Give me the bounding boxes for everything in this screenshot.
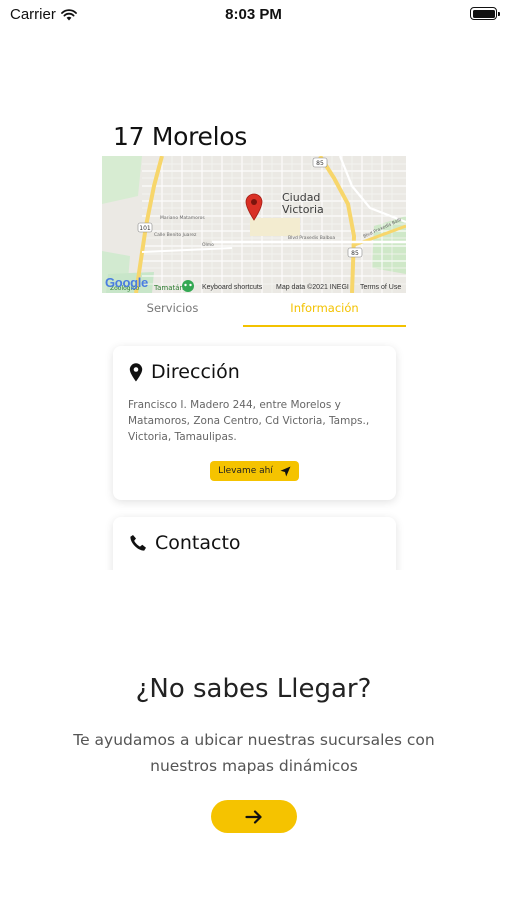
active-tab-indicator [243, 325, 406, 327]
address-card-header: Dirección [129, 361, 240, 383]
street-label-calle: Calle Benito Juarez [154, 232, 197, 238]
location-pin-icon [129, 362, 143, 381]
route-101-label: 101 [139, 225, 151, 232]
tab-informacion[interactable]: Información [243, 301, 406, 315]
battery-level [472, 9, 495, 18]
navigation-arrow-icon [280, 466, 291, 476]
keyboard-shortcuts-link[interactable]: Keyboard shortcuts [202, 284, 262, 291]
clock: 8:03 PM [225, 6, 282, 23]
take-me-there-button[interactable]: Llevame ahí [210, 461, 299, 481]
branch-title: 17 Morelos [113, 122, 247, 151]
address-card: Dirección Francisco I. Madero 244, entre… [113, 346, 396, 500]
contact-card-title: Contacto [155, 532, 241, 554]
map-city-label-line2: Victoria [282, 203, 324, 216]
continue-button[interactable] [211, 800, 297, 833]
scroll-clip-area [0, 570, 507, 610]
arrow-right-icon [245, 809, 262, 824]
help-title: ¿No sabes Llegar? [135, 674, 372, 704]
contact-card-header: Contacto [129, 532, 241, 554]
map-pin-icon[interactable] [245, 193, 263, 221]
google-logo: Google [105, 275, 148, 290]
route-85-label-top: 85 [316, 160, 324, 167]
street-label-mariano: Mariano Matamoros [160, 215, 205, 221]
phone-icon [130, 535, 146, 551]
tab-servicios[interactable]: Servicios [102, 301, 243, 315]
help-text: Te ayudamos a ubicar nuestras sucursales… [73, 731, 435, 775]
battery-icon [470, 7, 500, 20]
status-bar: Carrier 8:03 PM [0, 0, 507, 28]
map-view[interactable]: 101 85 85 Mariano Matamoros Calle Benito… [102, 156, 406, 293]
take-me-there-label: Llevame ahí [218, 466, 273, 476]
address-text: Francisco I. Madero 244, entre Morelos y… [128, 399, 370, 443]
map-city-label: Ciudad Victoria [282, 192, 324, 216]
street-label-olmo: Olmo [202, 242, 214, 248]
route-85-label-bottom: 85 [351, 250, 359, 257]
map-data-attribution: Map data ©2021 INEGI [276, 284, 349, 291]
street-label-blvd: Blvd Praxedis Balboa [288, 235, 335, 241]
address-card-title: Dirección [151, 361, 240, 383]
map-tiles: 101 85 85 Mariano Matamoros Calle Benito… [102, 156, 406, 293]
place-label-tamatan: Tamatán [153, 284, 184, 292]
terms-of-use-link[interactable]: Terms of Use [360, 284, 401, 291]
